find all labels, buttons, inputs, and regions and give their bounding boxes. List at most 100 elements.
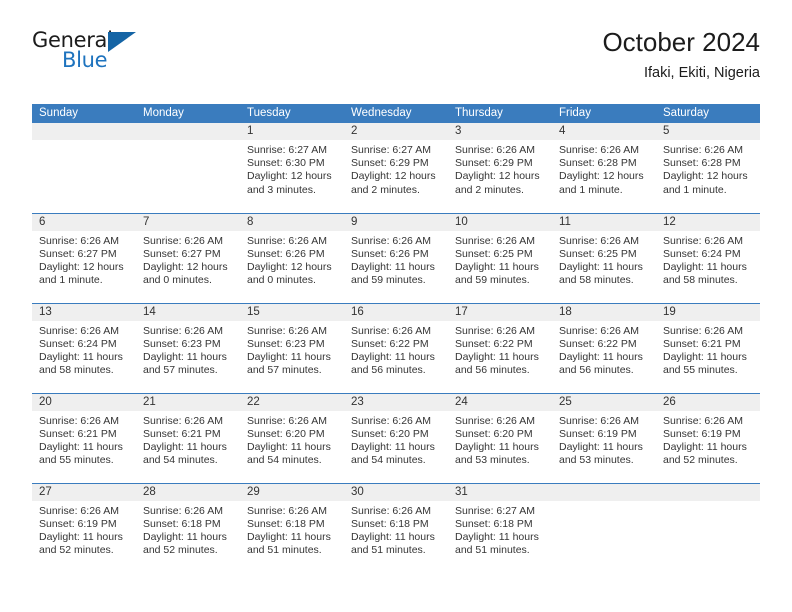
day-detail-line: Sunrise: 6:26 AM <box>351 324 431 337</box>
day-cell[interactable]: 9 Sunrise: 6:26 AM Sunset: 6:26 PM Daylight… <box>344 213 448 303</box>
day-detail-line: and 1 minute. <box>663 183 727 196</box>
day-number: 11 <box>552 213 656 231</box>
day-cell[interactable]: 5 Sunrise: 6:26 AM Sunset: 6:28 PM Daylight… <box>656 123 760 213</box>
day-cell[interactable]: 24 Sunrise: 6:26 AM Sunset: 6:20 PM Dayligh… <box>448 393 552 483</box>
day-detail-line: Sunset: 6:26 PM <box>247 247 325 260</box>
calendar-cell: 6 Sunrise: 6:26 AM Sunset: 6:27 PM Daylight… <box>32 212 136 303</box>
day-number: 13 <box>32 303 136 321</box>
day-number: 21 <box>136 393 240 411</box>
day-detail-line: Daylight: 11 hours <box>455 530 539 543</box>
day-number: 18 <box>552 303 656 321</box>
day-cell[interactable]: 2 Sunrise: 6:27 AM Sunset: 6:29 PM Daylight… <box>344 123 448 213</box>
day-details: Sunrise: 6:27 AM Sunset: 6:29 PM Daylight:… <box>344 140 448 197</box>
day-cell[interactable]: 16 Sunrise: 6:26 AM Sunset: 6:22 PM Dayligh… <box>344 303 448 393</box>
day-cell[interactable]: 1 Sunrise: 6:27 AM Sunset: 6:30 PM Daylight… <box>240 123 344 213</box>
day-detail-line: and 56 minutes. <box>455 364 530 377</box>
day-detail-line: Daylight: 12 hours <box>351 170 436 183</box>
day-detail-line: Daylight: 12 hours <box>559 170 644 183</box>
day-detail-line: and 2 minutes. <box>455 183 524 196</box>
day-detail-line: Sunrise: 6:26 AM <box>247 504 327 517</box>
day-detail-line: Sunset: 6:22 PM <box>455 337 533 350</box>
day-cell[interactable]: 6 Sunrise: 6:26 AM Sunset: 6:27 PM Daylight… <box>32 213 136 303</box>
day-cell-empty <box>32 123 136 213</box>
day-cell[interactable]: 20 Sunrise: 6:26 AM Sunset: 6:21 PM Dayligh… <box>32 393 136 483</box>
day-details: Sunrise: 6:26 AM Sunset: 6:27 PM Daylight:… <box>136 231 240 288</box>
day-detail-line: Sunrise: 6:26 AM <box>559 144 639 156</box>
weekday-header-row: Sunday Monday Tuesday Wednesday Thursday… <box>32 104 760 123</box>
day-detail-line: Sunrise: 6:26 AM <box>559 324 639 337</box>
day-details <box>136 140 240 144</box>
day-number: 31 <box>448 483 552 501</box>
day-cell[interactable]: 10 Sunrise: 6:26 AM Sunset: 6:25 PM Dayligh… <box>448 213 552 303</box>
calendar-cell: 26 Sunrise: 6:26 AM Sunset: 6:19 PM Dayligh… <box>656 392 760 483</box>
day-detail-line: Sunrise: 6:26 AM <box>247 414 327 427</box>
day-detail-line: and 51 minutes. <box>455 544 530 557</box>
day-detail-line: Sunset: 6:28 PM <box>559 157 637 170</box>
day-cell[interactable]: 14 Sunrise: 6:26 AM Sunset: 6:23 PM Dayligh… <box>136 303 240 393</box>
day-detail-line: Sunrise: 6:26 AM <box>143 504 223 517</box>
day-detail-line: and 55 minutes. <box>39 454 114 467</box>
day-cell[interactable]: 3 Sunrise: 6:26 AM Sunset: 6:29 PM Daylight… <box>448 123 552 213</box>
day-cell[interactable]: 30 Sunrise: 6:26 AM Sunset: 6:18 PM Dayligh… <box>344 483 448 574</box>
day-details: Sunrise: 6:26 AM Sunset: 6:22 PM Daylight:… <box>552 321 656 378</box>
day-cell[interactable]: 29 Sunrise: 6:26 AM Sunset: 6:18 PM Dayligh… <box>240 483 344 574</box>
day-cell[interactable]: 27 Sunrise: 6:26 AM Sunset: 6:19 PM Dayligh… <box>32 483 136 574</box>
day-detail-line: Sunrise: 6:26 AM <box>663 144 743 156</box>
day-detail-line: and 2 minutes. <box>351 183 420 196</box>
day-detail-line: and 51 minutes. <box>247 544 322 557</box>
day-detail-line: Daylight: 11 hours <box>143 440 227 453</box>
day-detail-line: and 54 minutes. <box>247 454 322 467</box>
day-cell[interactable]: 4 Sunrise: 6:26 AM Sunset: 6:28 PM Daylight… <box>552 123 656 213</box>
day-details: Sunrise: 6:26 AM Sunset: 6:26 PM Daylight:… <box>344 231 448 288</box>
day-details: Sunrise: 6:26 AM Sunset: 6:18 PM Daylight:… <box>344 501 448 558</box>
day-detail-line: Sunset: 6:22 PM <box>559 337 637 350</box>
day-details: Sunrise: 6:26 AM Sunset: 6:18 PM Daylight:… <box>240 501 344 558</box>
day-cell[interactable]: 7 Sunrise: 6:26 AM Sunset: 6:27 PM Daylight… <box>136 213 240 303</box>
day-cell[interactable]: 17 Sunrise: 6:26 AM Sunset: 6:22 PM Dayligh… <box>448 303 552 393</box>
day-number: 26 <box>656 393 760 411</box>
day-detail-line: and 51 minutes. <box>351 544 426 557</box>
page-subtitle: Ifaki, Ekiti, Nigeria <box>643 64 760 81</box>
day-cell[interactable]: 21 Sunrise: 6:26 AM Sunset: 6:21 PM Dayligh… <box>136 393 240 483</box>
day-detail-line: and 56 minutes. <box>559 364 634 377</box>
calendar-cell: 30 Sunrise: 6:26 AM Sunset: 6:18 PM Dayligh… <box>344 482 448 574</box>
day-cell[interactable]: 13 Sunrise: 6:26 AM Sunset: 6:24 PM Dayligh… <box>32 303 136 393</box>
day-cell-empty <box>552 483 656 574</box>
calendar-cell: 3 Sunrise: 6:26 AM Sunset: 6:29 PM Daylight… <box>448 123 552 213</box>
day-cell[interactable]: 23 Sunrise: 6:26 AM Sunset: 6:20 PM Dayligh… <box>344 393 448 483</box>
day-cell[interactable]: 19 Sunrise: 6:26 AM Sunset: 6:21 PM Dayligh… <box>656 303 760 393</box>
day-detail-line: Sunset: 6:29 PM <box>455 157 533 170</box>
day-cell[interactable]: 8 Sunrise: 6:26 AM Sunset: 6:26 PM Daylight… <box>240 213 344 303</box>
day-detail-line: Sunset: 6:20 PM <box>351 427 429 440</box>
day-cell[interactable]: 15 Sunrise: 6:26 AM Sunset: 6:23 PM Dayligh… <box>240 303 344 393</box>
day-detail-line: Sunrise: 6:26 AM <box>455 324 535 337</box>
day-cell[interactable]: 22 Sunrise: 6:26 AM Sunset: 6:20 PM Dayligh… <box>240 393 344 483</box>
day-details: Sunrise: 6:26 AM Sunset: 6:19 PM Daylight:… <box>32 501 136 558</box>
day-detail-line: Sunrise: 6:26 AM <box>39 504 119 517</box>
day-cell[interactable]: 12 Sunrise: 6:26 AM Sunset: 6:24 PM Dayligh… <box>656 213 760 303</box>
day-detail-line: Daylight: 11 hours <box>39 440 123 453</box>
day-cell-empty <box>656 483 760 574</box>
day-detail-line: Daylight: 11 hours <box>455 440 539 453</box>
calendar-cell: 15 Sunrise: 6:26 AM Sunset: 6:23 PM Dayligh… <box>240 302 344 393</box>
day-detail-line: Sunrise: 6:26 AM <box>143 324 223 337</box>
general-blue-logo[interactable]: General Blue <box>32 28 152 78</box>
day-cell[interactable]: 18 Sunrise: 6:26 AM Sunset: 6:22 PM Dayligh… <box>552 303 656 393</box>
calendar-cell: 11 Sunrise: 6:26 AM Sunset: 6:25 PM Dayligh… <box>552 212 656 303</box>
day-detail-line: Sunrise: 6:27 AM <box>351 144 431 156</box>
day-detail-line: Daylight: 11 hours <box>559 350 643 363</box>
day-cell[interactable]: 28 Sunrise: 6:26 AM Sunset: 6:18 PM Dayligh… <box>136 483 240 574</box>
day-cell[interactable]: 25 Sunrise: 6:26 AM Sunset: 6:19 PM Dayligh… <box>552 393 656 483</box>
weekday-header-saturday: Saturday <box>656 104 760 123</box>
day-detail-line: Sunset: 6:24 PM <box>663 247 741 260</box>
day-cell[interactable]: 26 Sunrise: 6:26 AM Sunset: 6:19 PM Dayligh… <box>656 393 760 483</box>
day-cell[interactable]: 11 Sunrise: 6:26 AM Sunset: 6:25 PM Dayligh… <box>552 213 656 303</box>
day-detail-line: Sunrise: 6:26 AM <box>455 414 535 427</box>
day-detail-line: Sunrise: 6:27 AM <box>455 504 535 517</box>
day-detail-line: Daylight: 11 hours <box>351 530 435 543</box>
calendar-week-row: 6 Sunrise: 6:26 AM Sunset: 6:27 PM Daylight… <box>32 212 760 303</box>
weekday-header-monday: Monday <box>136 104 240 123</box>
day-cell[interactable]: 31 Sunrise: 6:27 AM Sunset: 6:18 PM Dayligh… <box>448 483 552 574</box>
day-details: Sunrise: 6:26 AM Sunset: 6:25 PM Daylight:… <box>448 231 552 288</box>
day-detail-line: Sunset: 6:25 PM <box>559 247 637 260</box>
